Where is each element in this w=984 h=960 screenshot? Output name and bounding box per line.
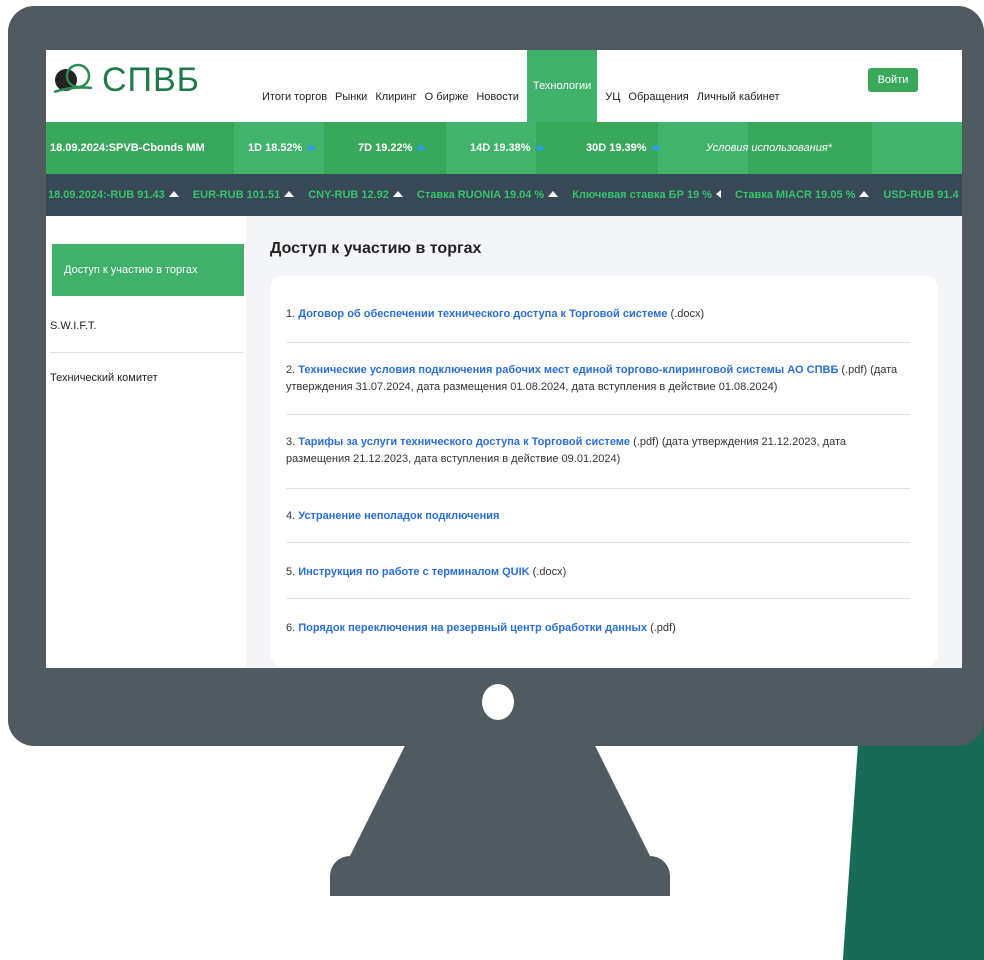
rate-item: CNY-RUB 12.92	[308, 174, 403, 216]
rates-ticker: 18.09.2024:-RUB 91.43 EUR-RUB 101.51 CNY…	[46, 174, 962, 216]
document-link[interactable]: Договор об обеспечении технического дост…	[298, 308, 667, 320]
rate-item: Ключевая ставка БР 19 %	[572, 174, 722, 216]
document-link[interactable]: Технические условия подключения рабочих …	[298, 364, 838, 376]
rate-item-text: Ключевая ставка БР 19 %	[572, 189, 713, 201]
logo-mark-icon	[53, 63, 93, 94]
menu-item-technologies[interactable]: Технологии	[526, 50, 598, 122]
divider	[286, 598, 910, 599]
top-navigation: СПВБ Итоги торгов Рынки Клиринг О бирже …	[46, 50, 962, 122]
rate-item: EUR-RUB 101.51	[192, 174, 295, 216]
rate-item-text: EUR-RUB 101.51	[192, 189, 281, 201]
up-arrow-icon	[284, 191, 295, 197]
terms-of-use-link[interactable]: Условия использования*	[706, 122, 832, 174]
screen: СПВБ Итоги торгов Рынки Клиринг О бирже …	[46, 50, 962, 668]
menu-item-appeals[interactable]: Обращения	[628, 91, 688, 103]
rates-ticker-track: 18.09.2024:-RUB 91.43 EUR-RUB 101.51 CNY…	[48, 174, 962, 216]
logo-text: СПВБ	[102, 60, 200, 99]
item-number: 1.	[286, 308, 299, 320]
list-item: 4. Устранение неполадок подключения	[286, 508, 912, 525]
sidebar-item-tech-committee[interactable]: Технический комитет	[50, 372, 242, 384]
document-link[interactable]: Устранение неполадок подключения	[298, 510, 499, 522]
rate-item: Ставка MIACR 19.05 %	[735, 174, 870, 216]
ticker-1d-value: 1D 18.52%	[248, 142, 303, 154]
sidebar-divider	[50, 352, 244, 353]
menu-item-news[interactable]: Новости	[476, 91, 519, 103]
up-arrow-icon	[306, 144, 317, 150]
ticker-1d: 1D 18.52%	[248, 122, 317, 174]
ticker-14d-value: 14D 19.38%	[470, 142, 531, 154]
up-arrow-icon	[392, 191, 403, 197]
ticker-7d: 7D 19.22%	[358, 122, 427, 174]
item-number: 2.	[286, 364, 299, 376]
logo[interactable]: СПВБ	[52, 60, 200, 100]
up-arrow-icon	[650, 144, 661, 150]
menu-item-markets[interactable]: Рынки	[335, 91, 367, 103]
ticker-14d: 14D 19.38%	[470, 122, 545, 174]
up-arrow-icon	[416, 144, 427, 150]
document-link[interactable]: Порядок переключения на резервный центр …	[298, 622, 647, 634]
list-item: 3. Тарифы за услуги технического доступа…	[286, 434, 912, 468]
item-number: 3.	[286, 436, 299, 448]
sidebar-item-swift[interactable]: S.W.I.F.T.	[50, 320, 242, 332]
left-arrow-icon	[716, 190, 722, 198]
list-item: 1. Договор об обеспечении технического д…	[286, 306, 912, 323]
login-button[interactable]: Войти	[868, 68, 918, 92]
documents-card: 1. Договор об обеспечении технического д…	[270, 276, 938, 666]
item-number: 4.	[286, 510, 299, 522]
item-meta: (.docx)	[667, 308, 705, 320]
index-ticker: 18.09.2024:SPVB-Cbonds MM 1D 18.52% 7D 1…	[46, 122, 962, 174]
rate-item-text: CNY-RUB 12.92	[308, 189, 389, 201]
up-arrow-icon	[534, 144, 545, 150]
menu-item-uc[interactable]: УЦ	[605, 91, 620, 103]
ticker-30d: 30D 19.39%	[586, 122, 661, 174]
list-item: 6. Порядок переключения на резервный цен…	[286, 620, 912, 637]
rate-item: Ставка RUONIA 19.04 %	[416, 174, 559, 216]
menu-item-about[interactable]: О бирже	[425, 91, 469, 103]
document-link[interactable]: Инструкция по работе с терминалом QUIK	[298, 566, 529, 578]
ticker-stripe	[872, 122, 962, 174]
item-meta: (.pdf)	[647, 622, 676, 634]
divider	[286, 488, 910, 489]
divider	[286, 414, 910, 415]
up-arrow-icon	[859, 191, 870, 197]
rate-item-text: Ставка MIACR 19.05 %	[735, 189, 856, 201]
ticker-index-name: 18.09.2024:SPVB-Cbonds MM	[50, 142, 205, 154]
menu-item-clearing[interactable]: Клиринг	[375, 91, 416, 103]
sidebar: Доступ к участию в торгах S.W.I.F.T. Тех…	[46, 216, 246, 668]
document-link[interactable]: Тарифы за услуги технического доступа к …	[298, 436, 630, 448]
main-menu: Итоги торгов Рынки Клиринг О бирже Новос…	[262, 50, 788, 122]
page-title: Доступ к участию в торгах	[270, 240, 482, 257]
rate-item-text: USD-RUB 91.4	[883, 189, 959, 201]
item-number: 5.	[286, 566, 299, 578]
up-arrow-icon	[168, 191, 179, 197]
rate-item-text: Ставка RUONIA 19.04 %	[416, 189, 545, 201]
list-item: 5. Инструкция по работе с терминалом QUI…	[286, 564, 912, 581]
monitor-stand-base	[330, 856, 670, 896]
sidebar-item-access[interactable]: Доступ к участию в торгах	[52, 244, 244, 296]
rate-item-text: 18.09.2024:-RUB 91.43	[48, 189, 165, 201]
item-meta: (.docx)	[529, 566, 567, 578]
ticker-30d-value: 30D 19.39%	[586, 142, 647, 154]
divider	[286, 342, 910, 343]
menu-item-account[interactable]: Личный кабинет	[697, 91, 780, 103]
ticker-7d-value: 7D 19.22%	[358, 142, 413, 154]
rate-item: USD-RUB 91.4	[883, 174, 958, 216]
item-number: 6.	[286, 622, 299, 634]
list-item: 2. Технические условия подключения рабоч…	[286, 362, 912, 396]
rate-item: 18.09.2024:-RUB 91.43	[48, 174, 179, 216]
menu-item-results[interactable]: Итоги торгов	[262, 91, 327, 103]
power-button-icon	[482, 684, 514, 720]
up-arrow-icon	[548, 191, 559, 197]
divider	[286, 542, 910, 543]
